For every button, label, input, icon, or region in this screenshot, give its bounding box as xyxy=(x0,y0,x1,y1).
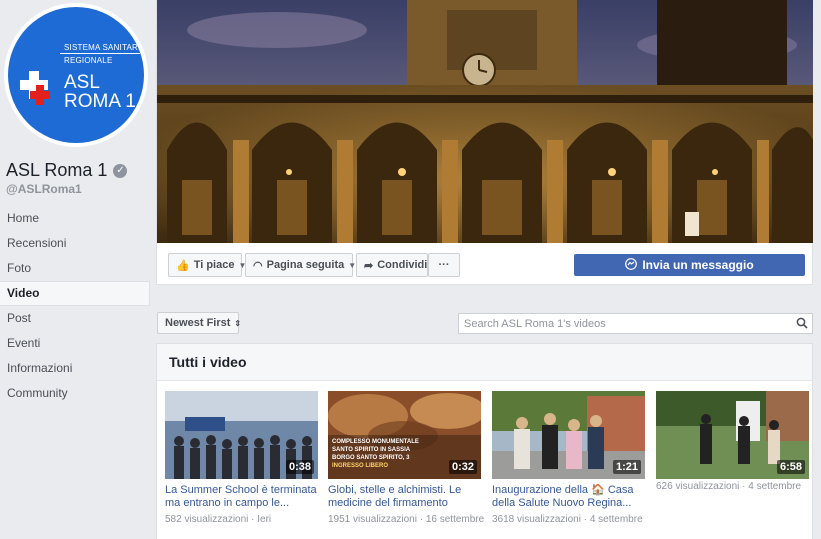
video-meta: 582 visualizzazioni · Ieri xyxy=(165,514,272,525)
sort-arrows-icon: ⇕ xyxy=(234,318,242,328)
video-meta: 3618 visualizzazioni · 4 settembre xyxy=(492,514,643,525)
video-thumbnail[interactable]: COMPLESSO MONUMENTALE SANTO SPIRITO IN S… xyxy=(328,391,481,479)
like-button[interactable]: 👍 Ti piace ▼ xyxy=(168,253,246,277)
like-label: Ti piace xyxy=(193,259,235,271)
video-card[interactable]: 6:58 626 visualizzazioni · 4 settembre xyxy=(656,391,809,492)
video-card[interactable]: COMPLESSO MONUMENTALE SANTO SPIRITO IN S… xyxy=(328,391,485,525)
videos-header: Tutti i video xyxy=(157,344,812,381)
caption-line: BORGO SANTO SPIRITO, 3 xyxy=(332,455,410,461)
search-icon[interactable] xyxy=(796,317,808,329)
more-button[interactable]: ··· xyxy=(428,253,460,277)
sidebar: SISTEMA SANITARIO REGIONALE ASL ROMA 1 A… xyxy=(0,0,152,539)
sort-dropdown[interactable]: Newest First ⇕ xyxy=(157,312,242,334)
video-title[interactable]: La Summer School è terminata ma entrano … xyxy=(165,484,318,510)
verified-icon: ✓ xyxy=(113,163,128,178)
sidebar-item-about[interactable]: Informazioni xyxy=(0,356,150,381)
share-button[interactable]: ➦ Condividi xyxy=(356,253,428,277)
messenger-icon xyxy=(625,257,638,273)
sidebar-item-photos[interactable]: Foto xyxy=(0,256,150,281)
asl-logo: SISTEMA SANITARIO REGIONALE ASL ROMA 1 xyxy=(8,7,144,143)
caption-line: SANTO SPIRITO IN SASSIA xyxy=(332,447,411,453)
search-input[interactable] xyxy=(459,314,779,334)
send-message-label: Invia un messaggio xyxy=(642,258,754,272)
rss-icon: ◠ xyxy=(253,259,263,272)
sidebar-item-events[interactable]: Eventi xyxy=(0,331,150,356)
video-meta: 1951 visualizzazioni · 16 settembre xyxy=(328,514,485,525)
video-duration: 0:38 xyxy=(285,460,314,474)
chevron-down-icon: ▼ xyxy=(348,260,357,270)
video-thumbnail[interactable]: 0:38 xyxy=(165,391,318,479)
cover-card: 👍 Ti piace ▼ ◠ Pagina seguita ▼ ➦ Condiv… xyxy=(156,0,813,285)
thumbnail-caption: COMPLESSO MONUMENTALE SANTO SPIRITO IN S… xyxy=(332,438,419,470)
video-card[interactable]: 1:21 Inaugurazione della 🏠 Casa della Sa… xyxy=(492,391,645,525)
page-title[interactable]: ASL Roma 1 ✓ xyxy=(6,160,128,181)
logo-line1: SISTEMA SANITARIO xyxy=(64,43,144,52)
video-thumbnail[interactable]: 1:21 xyxy=(492,391,645,479)
share-label: Condividi xyxy=(377,259,428,271)
caption-line: INGRESSO LIBERO xyxy=(332,463,389,469)
more-label: ··· xyxy=(438,259,450,271)
logo-line2: REGIONALE xyxy=(64,56,113,65)
sidebar-item-reviews[interactable]: Recensioni xyxy=(0,231,150,256)
page-actions: 👍 Ti piace ▼ ◠ Pagina seguita ▼ ➦ Condiv… xyxy=(157,244,813,284)
video-duration: 0:32 xyxy=(448,460,477,474)
logo-roma: ROMA 1 xyxy=(64,91,136,112)
sort-label: Newest First xyxy=(165,317,231,329)
video-duration: 1:21 xyxy=(612,460,641,474)
video-duration: 6:58 xyxy=(776,460,805,474)
follow-label: Pagina seguita xyxy=(266,259,345,271)
page-title-text[interactable]: ASL Roma 1 xyxy=(6,160,107,181)
sidebar-item-home[interactable]: Home xyxy=(0,206,150,231)
thumbs-up-icon: 👍 xyxy=(176,259,190,272)
logo-asl: ASL xyxy=(64,72,100,93)
sidebar-item-community[interactable]: Community xyxy=(0,381,150,406)
avatar[interactable]: SISTEMA SANITARIO REGIONALE ASL ROMA 1 xyxy=(4,3,148,147)
share-icon: ➦ xyxy=(364,259,374,272)
sidebar-nav: Home Recensioni Foto Video Post Eventi I… xyxy=(0,206,150,406)
page-handle[interactable]: @ASLRoma1 xyxy=(6,182,82,196)
logo-divider xyxy=(60,53,140,54)
red-cross-icon xyxy=(30,85,50,105)
cover-image xyxy=(157,0,813,243)
videos-section: Tutti i video 0:38 La Summer School è te… xyxy=(156,343,813,539)
video-card[interactable]: 0:38 La Summer School è terminata ma ent… xyxy=(165,391,318,525)
caption-line: COMPLESSO MONUMENTALE xyxy=(332,439,419,445)
video-meta: 626 visualizzazioni · 4 settembre xyxy=(656,481,802,492)
send-message-button[interactable]: Invia un messaggio xyxy=(574,254,805,276)
video-title[interactable]: Globi, stelle e alchimisti. Le medicine … xyxy=(328,484,481,510)
cover-photo[interactable] xyxy=(157,0,813,243)
sidebar-item-video[interactable]: Video xyxy=(0,281,150,306)
video-search[interactable] xyxy=(458,313,813,334)
video-title[interactable]: Inaugurazione della 🏠 Casa della Salute … xyxy=(492,484,645,510)
follow-button[interactable]: ◠ Pagina seguita ▼ xyxy=(245,253,357,277)
sidebar-item-posts[interactable]: Post xyxy=(0,306,150,331)
video-thumbnail[interactable]: 6:58 xyxy=(656,391,809,479)
